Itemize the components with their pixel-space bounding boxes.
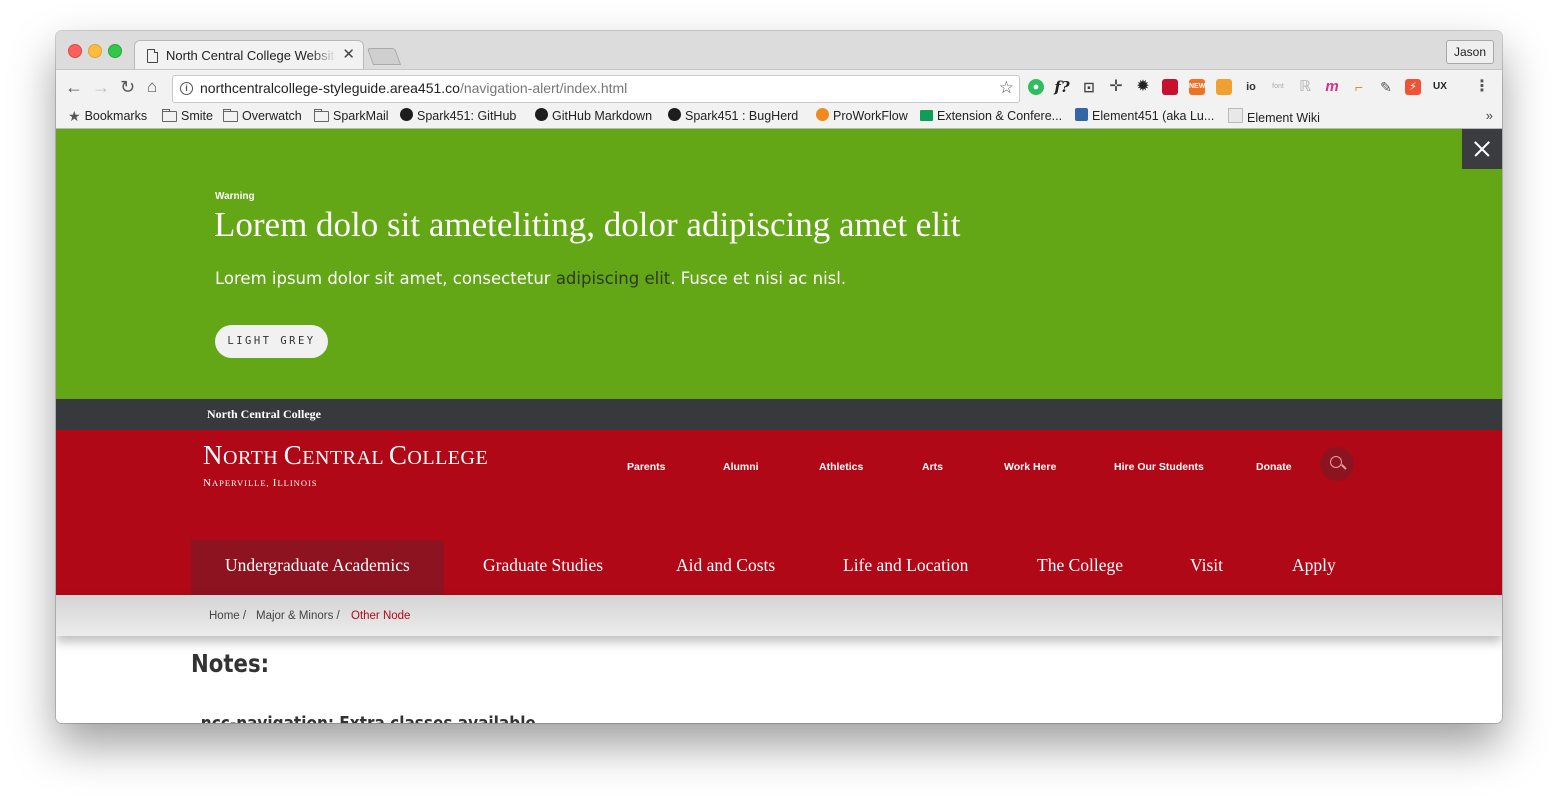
browser-toolbar: ← → ↻ ⌂ i northcentralcollege-styleguide…	[56, 69, 1502, 106]
bugherd-icon	[668, 108, 681, 121]
light-grey-button[interactable]: LIGHT GREY	[215, 325, 328, 358]
element451-icon	[1228, 108, 1243, 123]
gear-icon[interactable]: ✹	[1135, 79, 1151, 95]
close-window-button[interactable]	[68, 44, 82, 58]
folder-icon	[314, 109, 329, 122]
main-nav-aid-and-costs[interactable]: Aid and Costs	[676, 540, 775, 595]
zoom-window-button[interactable]	[108, 44, 122, 58]
close-icon[interactable]	[1462, 129, 1502, 169]
main-nav-graduate-studies[interactable]: Graduate Studies	[483, 540, 603, 595]
forward-arrow-icon[interactable]: →	[92, 76, 110, 98]
new-ext-icon[interactable]: NEW	[1189, 79, 1205, 95]
profile-button[interactable]: Jason	[1445, 40, 1494, 64]
bookmark-item[interactable]: Element451 (aka Lu...	[1075, 108, 1214, 125]
notes-heading: Notes:	[191, 649, 270, 678]
bolt-ext-icon[interactable]: ⚡	[1405, 79, 1421, 95]
back-arrow-icon[interactable]: ←	[65, 76, 83, 98]
breadcrumb: Home / Major & Minors / Other Node	[56, 595, 1502, 636]
browser-window: North Central College Website ✕ Jason ← …	[56, 31, 1502, 723]
masthead: NORTH CENTRAL COLLEGE NAPERVILLE, ILLINO…	[56, 430, 1502, 595]
proworkflow-icon	[816, 108, 829, 121]
bookmark-star-icon[interactable]: ☆	[999, 78, 1014, 98]
reload-icon[interactable]: ↻	[120, 76, 135, 98]
alert-title: Lorem dolo sit ameteliting, dolor adipis…	[214, 205, 961, 244]
alert-banner: Warning Lorem dolo sit ameteliting, dolo…	[56, 129, 1502, 399]
chart-ext-icon[interactable]	[1216, 79, 1232, 95]
home-icon[interactable]: ⌂	[147, 76, 157, 98]
ux-ext-icon[interactable]: UX	[1432, 79, 1448, 95]
new-tab-button[interactable]	[366, 48, 402, 65]
main-nav-life-and-location[interactable]: Life and Location	[843, 540, 968, 595]
evernote-icon[interactable]: ●	[1028, 79, 1044, 95]
bookmark-item[interactable]: Spark451 : BugHerd	[668, 108, 798, 125]
breadcrumb-current: Other Node	[351, 610, 411, 622]
audience-nav-alumni[interactable]: Alumni	[723, 461, 759, 473]
main-nav-apply[interactable]: Apply	[1292, 540, 1336, 595]
page-icon	[147, 49, 158, 63]
utility-bar: North Central College	[56, 399, 1502, 430]
browser-tab[interactable]: North Central College Website ✕	[134, 40, 364, 71]
bookmark-item[interactable]: Overwatch	[223, 108, 302, 125]
r-ext-icon[interactable]: ℝ	[1297, 79, 1313, 95]
bookmark-item[interactable]: Smite	[162, 108, 213, 125]
io-ext-icon[interactable]: io	[1243, 79, 1259, 95]
alert-body: Lorem ipsum dolor sit amet, consectetur …	[215, 269, 847, 288]
github-icon	[535, 108, 548, 121]
breadcrumb-major-minors[interactable]: Major & Minors /	[256, 610, 340, 622]
bookmark-item[interactable]: Extension & Confere...	[920, 108, 1062, 125]
tab-close-icon[interactable]: ✕	[342, 46, 355, 64]
m-ext-icon[interactable]: m	[1324, 79, 1340, 95]
audience-nav-donate[interactable]: Donate	[1256, 461, 1292, 473]
main-nav-the-college[interactable]: The College	[1037, 540, 1123, 595]
college-logo[interactable]: NORTH CENTRAL COLLEGE	[203, 440, 488, 471]
bookmark-item[interactable]: ★ Bookmarks	[68, 108, 147, 125]
folder-icon	[162, 109, 177, 122]
element-icon	[1075, 108, 1088, 121]
search-icon	[1330, 456, 1342, 468]
audience-nav-arts[interactable]: Arts	[922, 461, 943, 473]
bookmark-item[interactable]: ProWorkFlow	[816, 108, 908, 125]
red-ext-icon[interactable]	[1162, 79, 1178, 95]
tab-title: North Central College Website	[166, 48, 336, 63]
notes-subheading: .ncc-navigation: Extra classes available	[195, 713, 536, 723]
move-icon[interactable]: ✛	[1108, 79, 1124, 95]
star-icon: ★	[68, 108, 81, 124]
url-text: northcentralcollege-styleguide.area451.c…	[200, 80, 628, 96]
bookmark-item[interactable]: Spark451: GitHub	[400, 108, 516, 125]
web-page: Warning Lorem dolo sit ameteliting, dolo…	[56, 129, 1502, 723]
bookmarks-bar: ★ Bookmarks Smite Overwatch SparkMail Spa…	[56, 105, 1502, 129]
menu-dots-icon[interactable]: ⋮	[1474, 76, 1490, 98]
minimize-window-button[interactable]	[88, 44, 102, 58]
info-icon[interactable]: i	[180, 82, 193, 95]
main-nav-visit[interactable]: Visit	[1190, 540, 1223, 595]
breadcrumb-home[interactable]: Home /	[209, 610, 246, 622]
sheets-icon	[920, 110, 933, 121]
github-icon	[400, 108, 413, 121]
tab-strip: North Central College Website ✕ Jason	[56, 31, 1502, 71]
audience-nav-hire-our-students[interactable]: Hire Our Students	[1114, 461, 1204, 473]
audience-nav-athletics[interactable]: Athletics	[819, 461, 863, 473]
main-nav-undergraduate-academics[interactable]: Undergraduate Academics	[191, 540, 444, 595]
fontface-icon[interactable]: f?	[1054, 79, 1070, 95]
eyedropper-icon[interactable]: ✎	[1378, 79, 1394, 95]
bookmark-item[interactable]: GitHub Markdown	[535, 108, 652, 125]
college-location: NAPERVILLE, ILLINOIS	[203, 477, 318, 489]
utility-brand-link[interactable]: North Central College	[207, 407, 321, 422]
screen-icon[interactable]: ⊡	[1081, 79, 1097, 95]
alert-link[interactable]: adipiscing elit	[556, 269, 670, 288]
bookmark-item[interactable]: SparkMail	[314, 108, 389, 125]
folder-icon	[223, 109, 238, 122]
alert-label: Warning	[215, 191, 255, 202]
bookmarks-overflow-icon[interactable]: »	[1486, 108, 1493, 123]
address-bar[interactable]: i northcentralcollege-styleguide.area451…	[172, 75, 1020, 103]
font-ext-icon[interactable]: font	[1270, 79, 1286, 95]
search-button[interactable]	[1320, 447, 1354, 481]
audience-nav-work-here[interactable]: Work Here	[1004, 461, 1056, 473]
audience-nav-parents[interactable]: Parents	[627, 461, 666, 473]
bookmark-item[interactable]: Element Wiki	[1228, 108, 1320, 127]
ruler-ext-icon[interactable]: ⌐	[1351, 79, 1367, 95]
